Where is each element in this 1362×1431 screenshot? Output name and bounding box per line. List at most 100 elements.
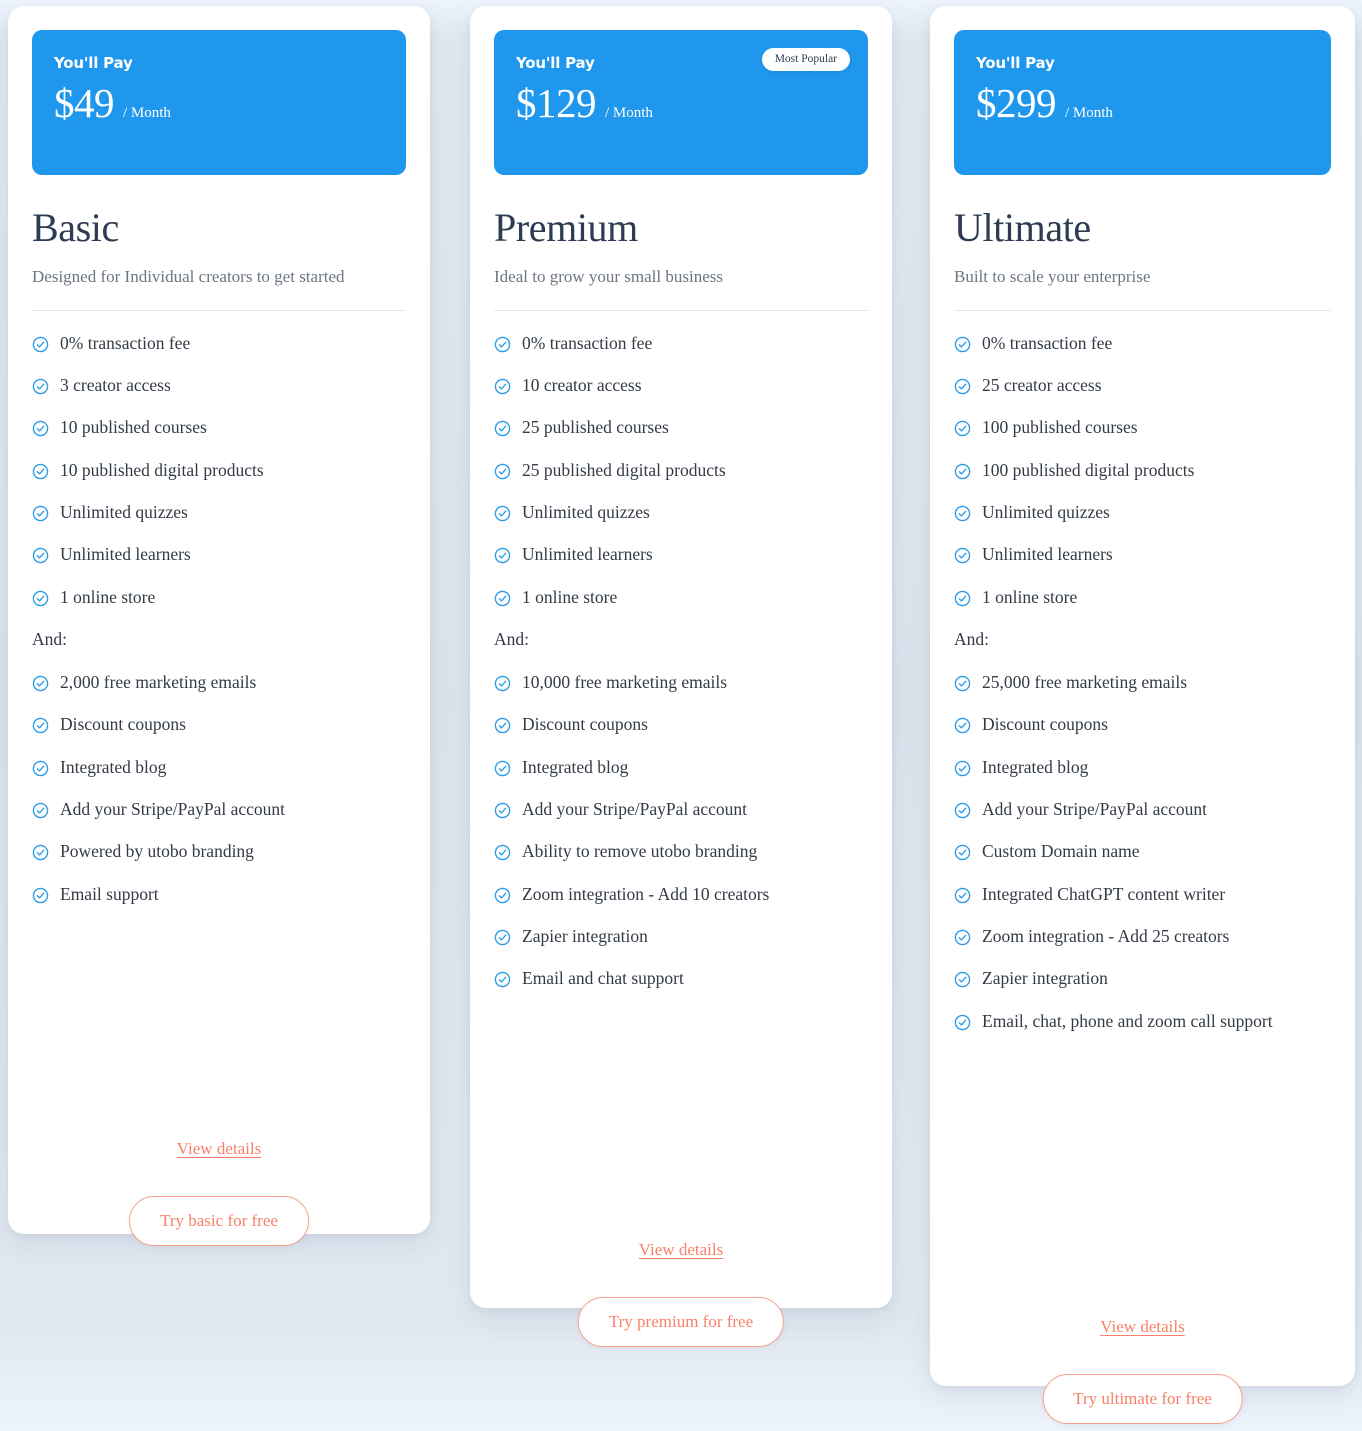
check-circle-icon: [494, 968, 522, 988]
divider: [954, 309, 1331, 311]
feature-item: 25 published courses: [494, 417, 868, 438]
price-period: / Month: [123, 105, 171, 121]
check-circle-icon: [32, 502, 60, 522]
feature-item: Unlimited quizzes: [32, 502, 406, 523]
feature-label: 10 creator access: [522, 374, 642, 395]
pay-label: You'll Pay: [976, 54, 1055, 72]
feature-item: 2,000 free marketing emails: [32, 672, 406, 693]
feature-item: Zoom integration - Add 25 creators: [954, 926, 1331, 947]
pricing-card-basic: You'll Pay $49 / Month Basic Designed fo…: [8, 6, 430, 1246]
feature-label: Zoom integration - Add 25 creators: [982, 926, 1230, 947]
check-circle-icon: [494, 502, 522, 522]
check-circle-icon: [32, 757, 60, 777]
feature-item: Unlimited learners: [32, 544, 406, 565]
check-circle-icon: [494, 333, 522, 353]
feature-label: Custom Domain name: [982, 841, 1140, 862]
price-amount: $129: [516, 80, 597, 126]
check-circle-icon: [954, 799, 982, 819]
feature-list-primary: 0% transaction fee 3 creator access 10 pub…: [32, 333, 406, 608]
feature-item: Unlimited learners: [494, 544, 868, 565]
feature-list-primary: 0% transaction fee 25 creator access 100 p…: [954, 333, 1331, 608]
feature-label: 3 creator access: [60, 374, 171, 395]
feature-item: Integrated blog: [954, 757, 1331, 778]
try-ultimate-for-free-button[interactable]: Try ultimate for free: [1042, 1374, 1243, 1424]
feature-label: Email and chat support: [522, 968, 684, 989]
feature-item: Email support: [32, 884, 406, 905]
view-details-link[interactable]: View details: [470, 1240, 892, 1260]
feature-label: Integrated ChatGPT content writer: [982, 883, 1226, 904]
feature-label: 0% transaction fee: [982, 332, 1113, 353]
feature-label: Discount coupons: [60, 714, 186, 735]
feature-item: 10,000 free marketing emails: [494, 672, 868, 693]
and-label: And:: [494, 629, 529, 650]
view-details-link[interactable]: View details: [8, 1139, 430, 1159]
check-circle-icon: [32, 375, 60, 395]
feature-label: Ability to remove utobo branding: [522, 841, 758, 862]
view-details-link[interactable]: View details: [930, 1317, 1355, 1337]
feature-label: Unlimited learners: [982, 544, 1113, 565]
feature-label: Email, chat, phone and zoom call support: [982, 1010, 1273, 1031]
feature-item: Unlimited learners: [954, 544, 1331, 565]
feature-label: Zapier integration: [522, 926, 648, 947]
plan-subtitle: Built to scale your enterprise: [954, 267, 1151, 286]
feature-item: 25 published digital products: [494, 460, 868, 481]
check-circle-icon: [494, 672, 522, 692]
feature-label: Add your Stripe/PayPal account: [982, 799, 1208, 820]
price-row: $129 / Month: [516, 83, 846, 124]
view-details-wrap-premium: View details: [470, 1240, 892, 1260]
check-circle-icon: [954, 333, 982, 353]
feature-item: Add your Stripe/PayPal account: [494, 799, 868, 820]
plan-title: Ultimate: [954, 205, 1091, 250]
feature-item: 10 published courses: [32, 417, 406, 438]
plan-subtitle: Designed for Individual creators to get …: [32, 267, 345, 286]
try-premium-for-free-button[interactable]: Try premium for free: [577, 1297, 785, 1347]
feature-item: Custom Domain name: [954, 841, 1331, 862]
feature-item: Integrated blog: [494, 757, 868, 778]
divider: [32, 309, 406, 311]
feature-list-extra: 25,000 free marketing emails Discount cou…: [954, 672, 1331, 1032]
check-circle-icon: [954, 884, 982, 904]
feature-label: Zoom integration - Add 10 creators: [522, 883, 770, 904]
feature-item: Discount coupons: [32, 714, 406, 735]
price-amount: $299: [976, 80, 1057, 126]
check-circle-icon: [494, 417, 522, 437]
check-circle-icon: [494, 587, 522, 607]
feature-item: Zapier integration: [954, 968, 1331, 989]
plan-title: Basic: [32, 205, 119, 250]
feature-label: Add your Stripe/PayPal account: [522, 799, 748, 820]
feature-label: Powered by utobo branding: [60, 841, 254, 862]
feature-item: 0% transaction fee: [32, 333, 406, 354]
plan-subtitle: Ideal to grow your small business: [494, 267, 723, 286]
pricing-card-ultimate: You'll Pay $299 / Month Ultimate Built t…: [930, 6, 1355, 1424]
feature-item: 100 published courses: [954, 417, 1331, 438]
feature-list-extra: 2,000 free marketing emails Discount coup…: [32, 672, 406, 905]
check-circle-icon: [32, 672, 60, 692]
check-circle-icon: [32, 460, 60, 480]
check-circle-icon: [954, 1011, 982, 1031]
check-circle-icon: [494, 375, 522, 395]
check-circle-icon: [32, 714, 60, 734]
feature-item: 100 published digital products: [954, 460, 1331, 481]
check-circle-icon: [954, 757, 982, 777]
feature-item: Powered by utobo branding: [32, 841, 406, 862]
feature-label: 25 creator access: [982, 374, 1102, 395]
pay-label: You'll Pay: [54, 54, 133, 72]
feature-label: 1 online store: [982, 586, 1078, 607]
check-circle-icon: [32, 544, 60, 564]
feature-item: 25 creator access: [954, 375, 1331, 396]
price-header-basic: You'll Pay $49 / Month: [32, 30, 406, 175]
pricing-plans-container: You'll Pay $49 / Month Basic Designed fo…: [0, 0, 1362, 1431]
plan-body-premium: Premium Ideal to grow your small busines…: [470, 207, 892, 990]
check-circle-icon: [32, 884, 60, 904]
view-details-wrap-ultimate: View details: [930, 1317, 1355, 1337]
feature-label: Unlimited learners: [60, 544, 191, 565]
feature-item: 3 creator access: [32, 375, 406, 396]
feature-label: 10 published digital products: [60, 459, 264, 480]
feature-label: Unlimited quizzes: [522, 502, 650, 523]
price-amount: $49: [54, 80, 115, 126]
and-label: And:: [32, 629, 67, 650]
try-basic-for-free-button[interactable]: Try basic for free: [129, 1196, 309, 1246]
feature-item: Unlimited quizzes: [954, 502, 1331, 523]
check-circle-icon: [32, 417, 60, 437]
feature-item: 1 online store: [494, 587, 868, 608]
